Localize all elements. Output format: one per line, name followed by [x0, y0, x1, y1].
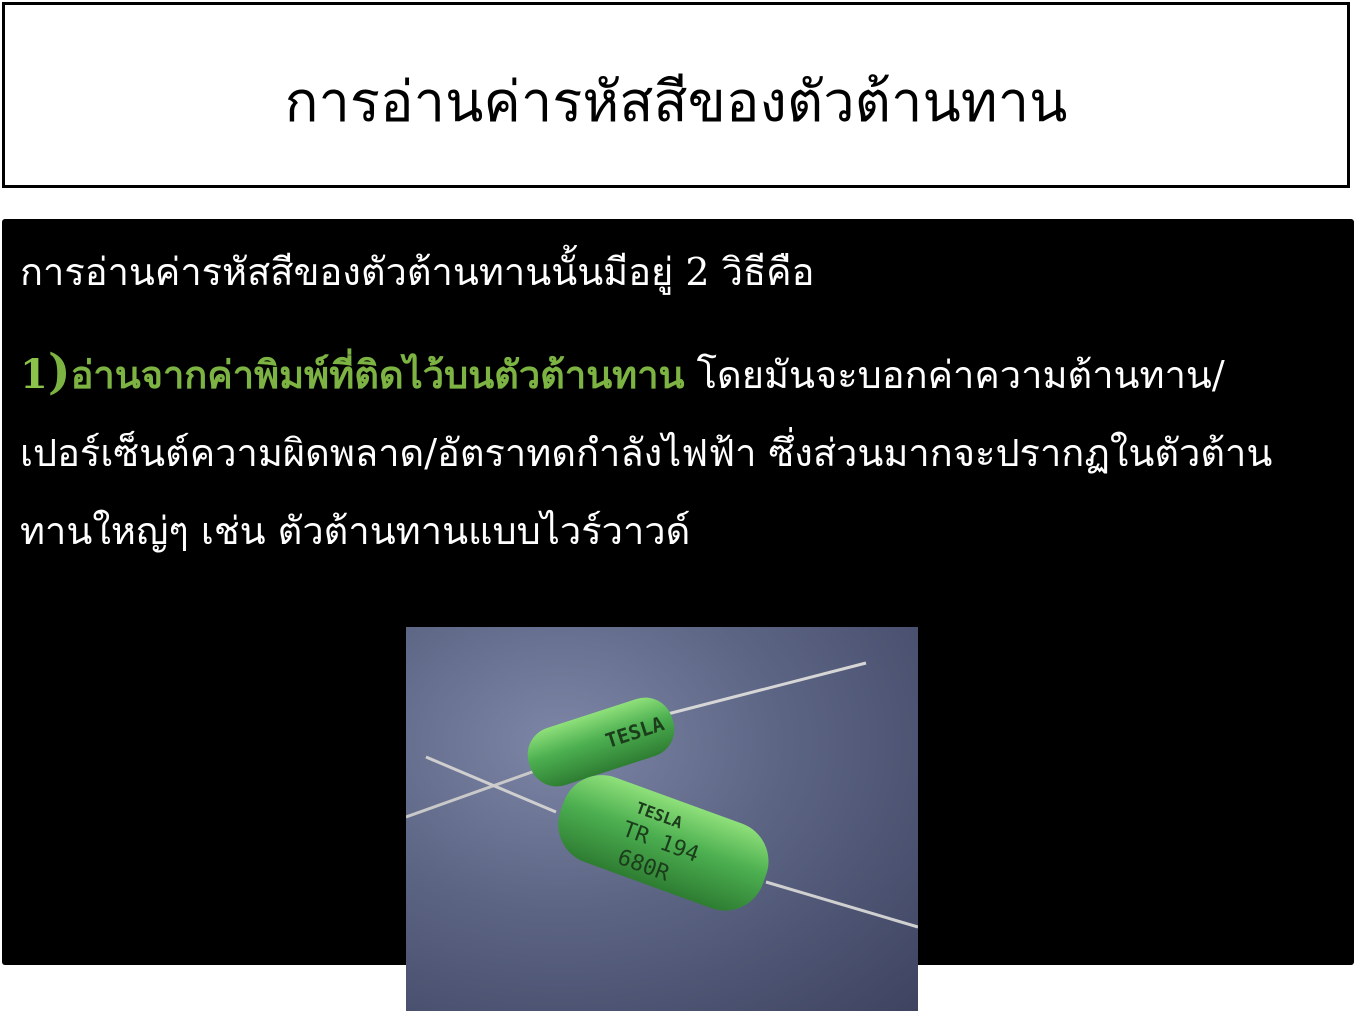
slide-title: การอ่านค่ารหัสสีของตัวต้านทาน [284, 70, 1068, 135]
item-heading: อ่านจากค่าพิมพ์ที่ติดไว้บนตัวต้านทาน [70, 352, 685, 397]
resistor-photo-drawing: TESLA TESLA TR 194 680R [406, 661, 918, 929]
item-paren: ) [47, 344, 71, 400]
method-item-1: 1)อ่านจากค่าพิมพ์ที่ติดไว้บนตัวต้านทาน โ… [20, 333, 1340, 570]
item-number: 1 [20, 351, 48, 398]
title-box: การอ่านค่ารหัสสีของตัวต้านทาน [2, 2, 1350, 188]
intro-text: การอ่านค่ารหัสสีของตัวต้านทานนั้นมีอยู่ … [20, 250, 815, 294]
front-resistor-lead-right [765, 880, 918, 929]
front-resistor: TESLA TR 194 680R [558, 775, 769, 911]
back-resistor-lead-right [655, 661, 867, 719]
back-resistor-lead-left [406, 765, 547, 819]
resistor-photo: TESLA TESLA TR 194 680R [406, 627, 918, 1011]
